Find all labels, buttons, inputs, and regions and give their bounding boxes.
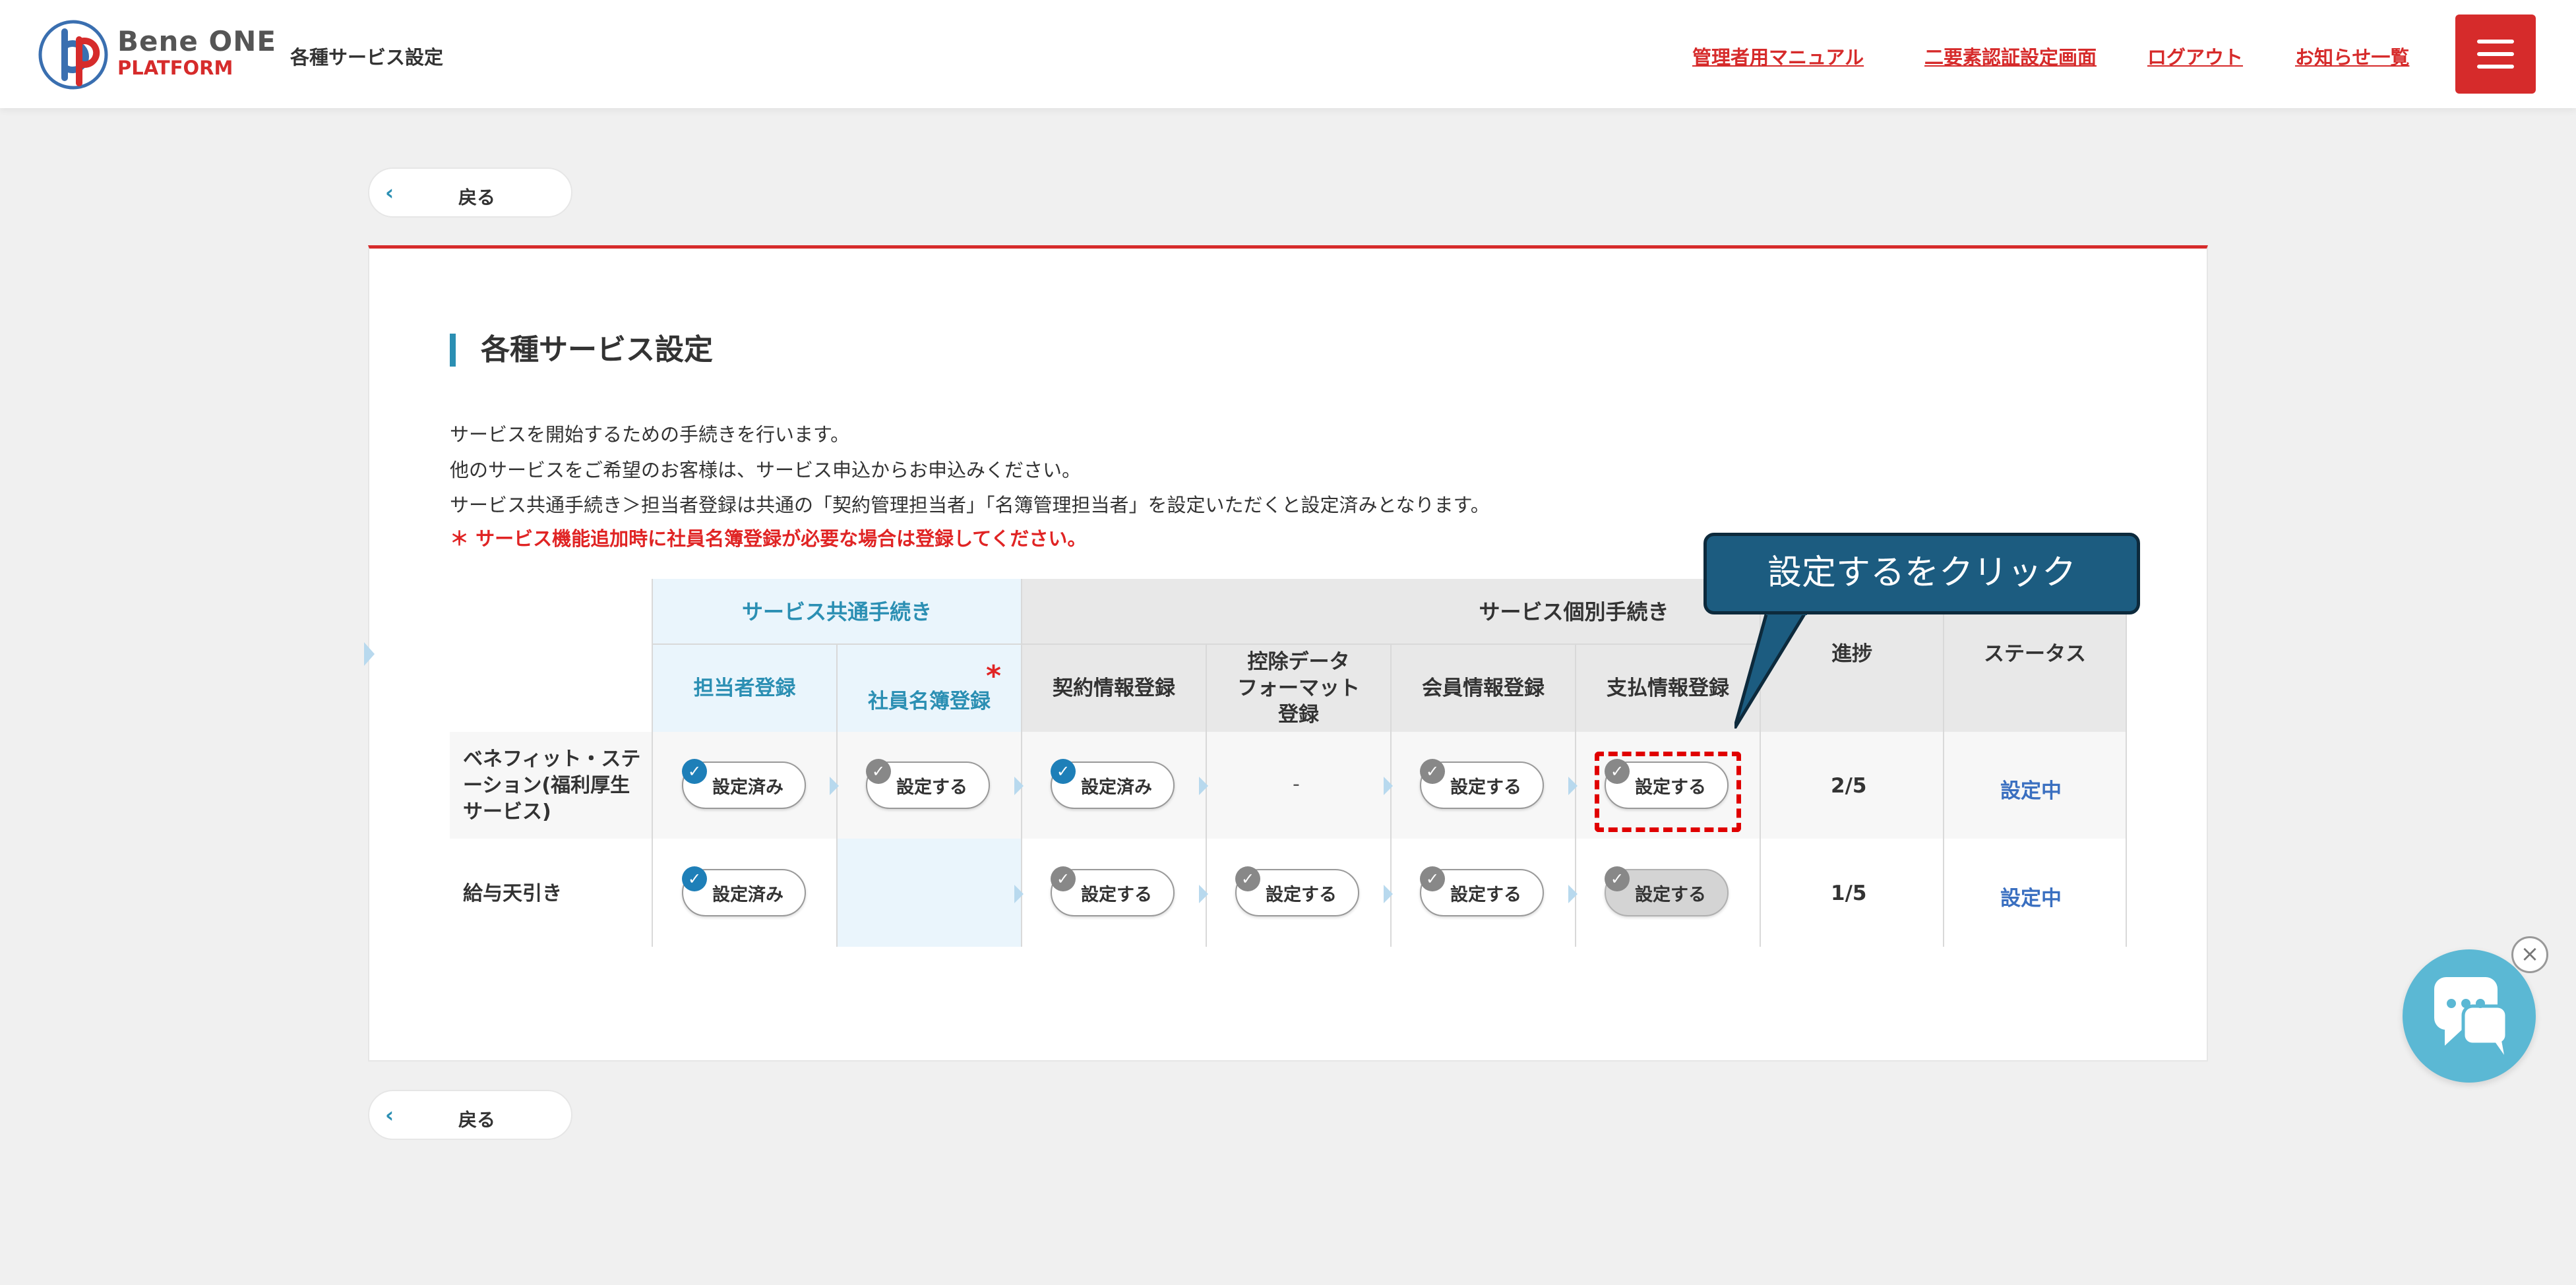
page-title: 各種サービス設定 xyxy=(290,46,444,69)
col-header-shiharai: 支払情報登録 xyxy=(1575,645,1760,732)
row-label-payroll: 給与天引き xyxy=(463,882,562,905)
step-arrow-icon xyxy=(830,777,839,795)
hamburger-icon xyxy=(2477,40,2514,44)
back-label: 戻る xyxy=(458,187,496,208)
site-header: Bene ONE PLATFORM 各種サービス設定 管理者用マニュアル 二要素… xyxy=(0,0,2576,108)
status-link[interactable]: 設定中 xyxy=(2000,882,2062,911)
meibo-setup-button[interactable]: ✓ 設定する xyxy=(866,759,990,809)
notices-link[interactable]: お知らせ一覧 xyxy=(2295,42,2409,70)
meibo-empty-cell xyxy=(836,839,1021,947)
step-arrow-icon xyxy=(1199,777,1208,795)
description-line-1: サービスを開始するための手続きを行います。 xyxy=(450,423,850,446)
check-icon: ✓ xyxy=(1051,866,1076,891)
step-arrow-icon xyxy=(1199,885,1208,903)
status-link[interactable]: 設定中 xyxy=(2000,774,2062,804)
chevron-left-icon: ‹ xyxy=(385,1102,394,1127)
two-factor-settings-link[interactable]: 二要素認証設定画面 xyxy=(1924,42,2097,70)
col-header-kaiin: 会員情報登録 xyxy=(1390,645,1575,732)
check-icon: ✓ xyxy=(1605,866,1630,891)
instruction-callout: 設定するをクリック xyxy=(1703,533,2140,614)
callout-tail xyxy=(1734,610,1807,729)
check-icon: ✓ xyxy=(682,866,707,891)
keiyaku-setup-button[interactable]: ✓ 設定する xyxy=(1051,866,1175,916)
check-icon: ✓ xyxy=(1420,866,1445,891)
tanto-done-button[interactable]: ✓ 設定済み xyxy=(682,866,806,916)
col-header-tanto: 担当者登録 xyxy=(652,645,836,732)
description-line-3: サービス共通手続き＞担当者登録は共通の「契約管理担当者」「名簿管理担当者」を設定… xyxy=(450,494,1490,516)
logout-link[interactable]: ログアウト xyxy=(2147,42,2243,70)
header-group-common: サービス共通手続き xyxy=(652,579,1021,645)
chevron-left-icon: ‹ xyxy=(385,180,394,205)
kojo-not-applicable: - xyxy=(1293,773,1300,796)
hamburger-menu-button[interactable] xyxy=(2455,15,2536,94)
step-arrow-icon xyxy=(1568,777,1578,795)
check-icon: ✓ xyxy=(682,759,707,784)
check-icon: ✓ xyxy=(1051,759,1076,784)
shiharai-setup-button-disabled: ✓ 設定する xyxy=(1605,866,1729,916)
back-button-top[interactable]: ‹ 戻る xyxy=(368,167,572,218)
step-arrow-icon xyxy=(1384,885,1393,903)
description-line-2: 他のサービスをご希望のお客様は、サービス申込からお申込みください。 xyxy=(450,459,1082,481)
step-arrow-icon xyxy=(1384,777,1393,795)
admin-manual-link[interactable]: 管理者用マニュアル xyxy=(1692,42,1864,70)
kaiin-setup-button[interactable]: ✓ 設定する xyxy=(1420,866,1544,916)
kaiin-setup-button[interactable]: ✓ 設定する xyxy=(1420,759,1544,809)
chat-bubble-icon xyxy=(2434,977,2509,1055)
check-icon: ✓ xyxy=(1235,866,1260,891)
step-arrow-icon xyxy=(1014,777,1024,795)
check-icon: ✓ xyxy=(1420,759,1445,784)
scroll-indicator-icon xyxy=(364,642,375,666)
back-button-bottom[interactable]: ‹ 戻る xyxy=(368,1090,572,1140)
step-arrow-icon xyxy=(1568,885,1578,903)
highlight-box xyxy=(1595,752,1741,832)
progress-value: 1/5 xyxy=(1831,882,1867,905)
kojo-setup-button[interactable]: ✓ 設定する xyxy=(1235,866,1359,916)
col-header-kojo: 控除データ フォーマット 登録 xyxy=(1206,645,1390,732)
row-label-benefit-station: ベネフィット・ステ ーション(福利厚生 サービス) xyxy=(463,748,641,823)
brand-wordmark[interactable]: Bene ONE PLATFORM xyxy=(117,25,277,80)
chat-button[interactable] xyxy=(2403,949,2536,1083)
bene-one-logo-icon[interactable] xyxy=(38,20,108,90)
back-label: 戻る xyxy=(458,1109,496,1131)
step-arrow-icon xyxy=(1014,885,1024,903)
tanto-done-button[interactable]: ✓ 設定済み xyxy=(682,759,806,809)
required-note: ＊ サービス機能追加時に社員名簿登録が必要な場合は登録してください。 xyxy=(450,527,1087,550)
brand-name: Bene ONE xyxy=(117,25,277,57)
keiyaku-done-button[interactable]: ✓ 設定済み xyxy=(1051,759,1175,809)
check-icon: ✓ xyxy=(866,759,891,784)
brand-sub: PLATFORM xyxy=(117,57,233,79)
progress-value: 2/5 xyxy=(1831,774,1867,798)
required-star: * xyxy=(986,659,1002,693)
col-header-keiyaku: 契約情報登録 xyxy=(1021,645,1206,732)
close-icon[interactable]: × xyxy=(2511,936,2548,973)
section-title: 各種サービス設定 xyxy=(450,334,713,367)
